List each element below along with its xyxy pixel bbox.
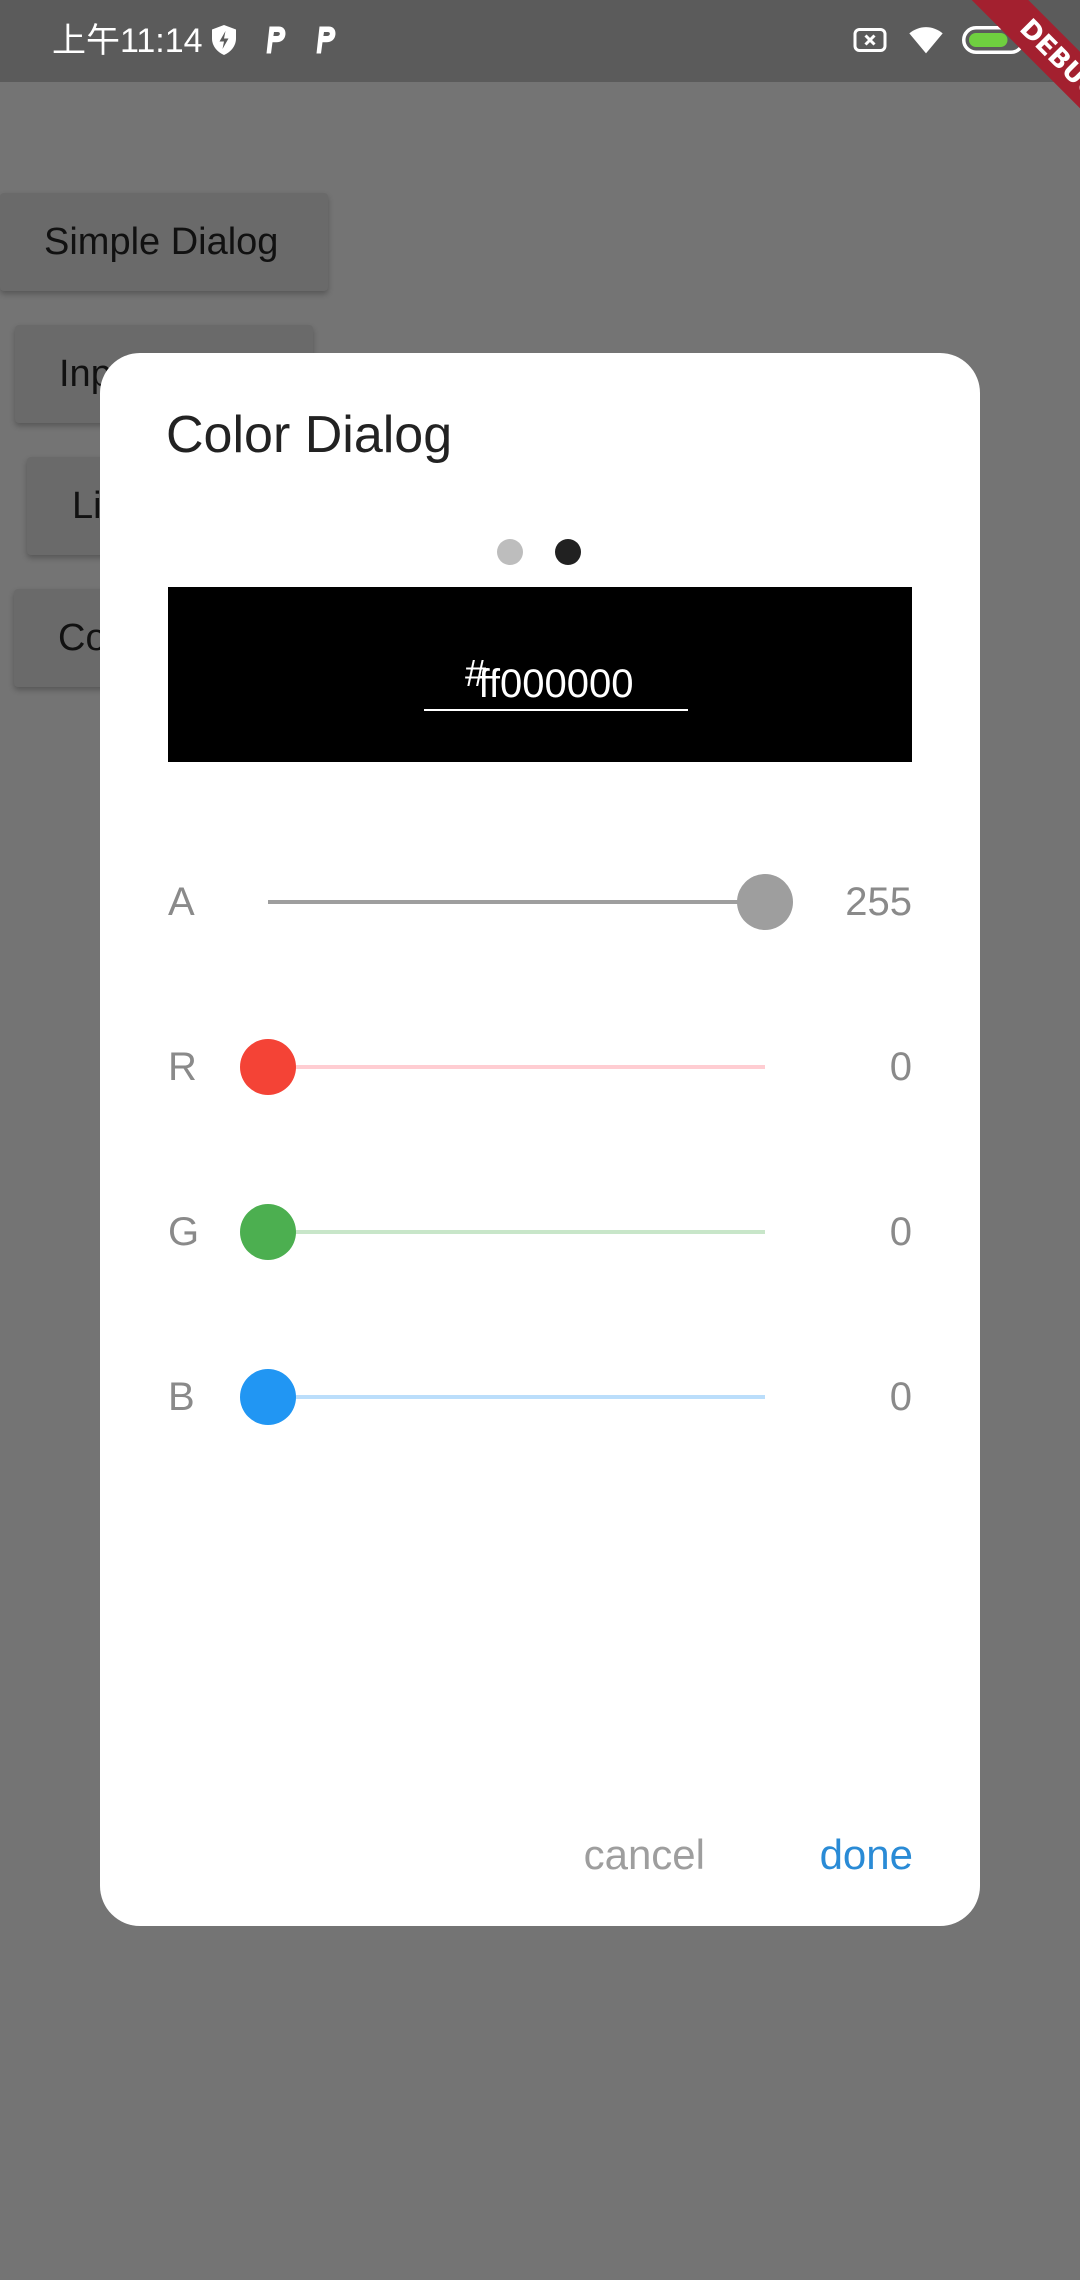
slider-value: 0 [889, 1375, 912, 1419]
shield-bolt-icon [212, 25, 236, 55]
slider-value: 0 [889, 1210, 912, 1254]
color-dialog: Color Dialog # A 255 R 0 G 0 B 0 cancel … [100, 353, 980, 1926]
slider-label: G [168, 1210, 200, 1254]
blue-slider-thumb[interactable] [240, 1369, 296, 1425]
simple-dialog-button[interactable]: Simple Dialog [0, 193, 328, 291]
page-indicator-dot[interactable] [497, 539, 523, 565]
parking-icon [266, 26, 286, 54]
status-time: 上午11:14 [52, 22, 203, 60]
slider-value: 255 [845, 880, 912, 924]
red-slider-thumb[interactable] [240, 1039, 296, 1095]
battery-charging-icon [962, 26, 1031, 54]
blue-slider-row: B 0 [100, 1357, 980, 1437]
blue-slider-track[interactable] [268, 1395, 765, 1399]
status-bar: 上午11:14 DEBUG [0, 0, 1080, 150]
slider-value: 0 [889, 1045, 912, 1089]
hex-input[interactable] [424, 659, 688, 711]
green-slider-thumb[interactable] [240, 1204, 296, 1260]
page-indicator-dot-active[interactable] [555, 539, 581, 565]
alpha-slider-row: A 255 [100, 862, 980, 942]
dialog-actions: cancel done [100, 1831, 980, 1891]
alpha-slider-thumb[interactable] [737, 874, 793, 930]
red-slider-row: R 0 [100, 1027, 980, 1107]
green-slider-track[interactable] [268, 1230, 765, 1234]
wifi-icon [909, 27, 943, 54]
parking-icon [316, 26, 336, 54]
done-button[interactable]: done [820, 1831, 913, 1879]
slider-label: B [168, 1375, 195, 1419]
slider-label: A [168, 880, 195, 924]
sim-disabled-icon [853, 28, 887, 52]
alpha-slider-track[interactable] [268, 900, 765, 904]
cancel-button[interactable]: cancel [584, 1831, 705, 1879]
green-slider-row: G 0 [100, 1192, 980, 1272]
red-slider-track[interactable] [268, 1065, 765, 1069]
color-preview: # [168, 587, 912, 762]
slider-label: R [168, 1045, 197, 1089]
dialog-title: Color Dialog [166, 406, 453, 464]
